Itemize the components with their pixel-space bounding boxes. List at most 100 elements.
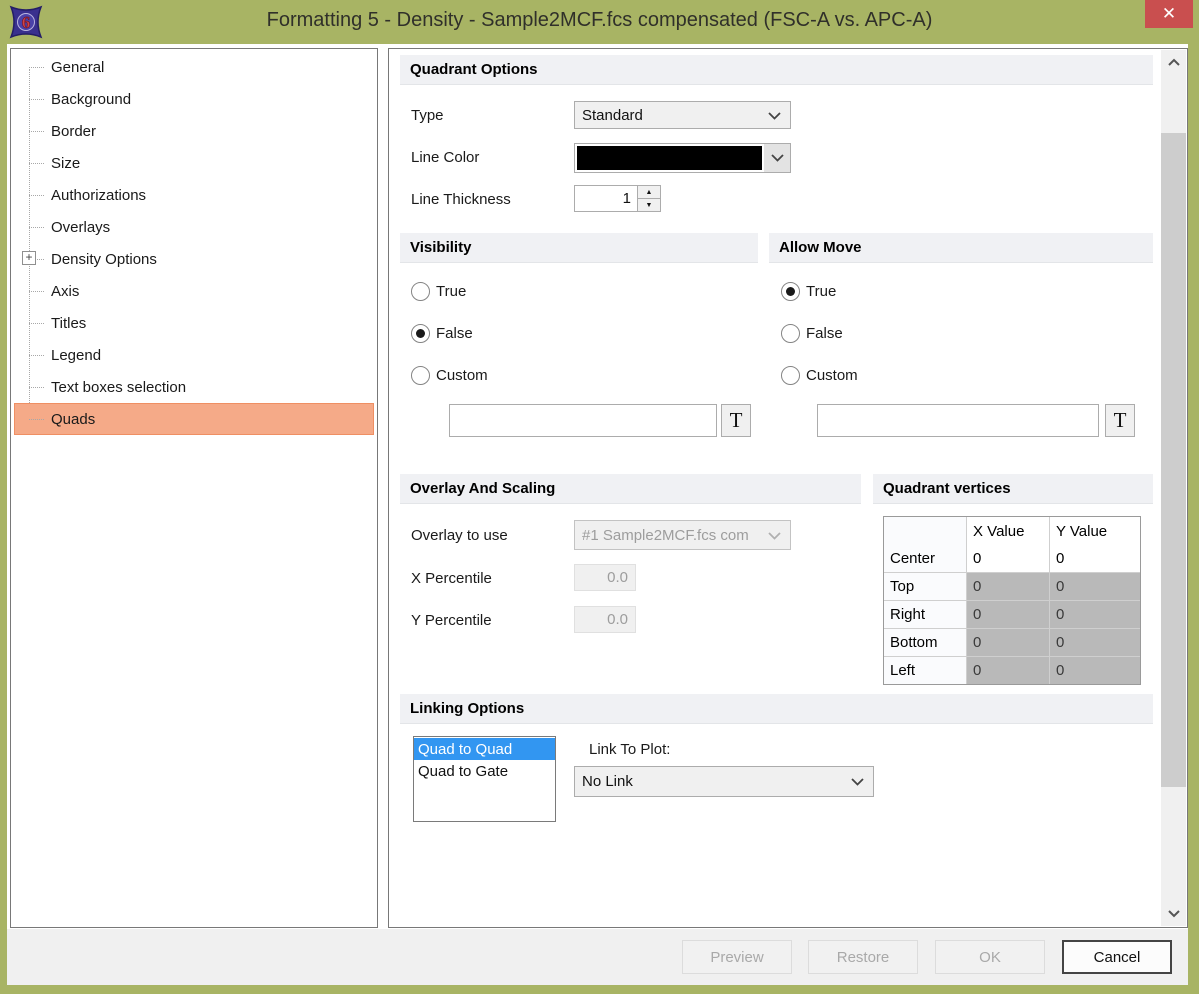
allow-move-false-radio[interactable]: False [781, 324, 843, 343]
type-label: Type [411, 107, 444, 124]
list-item-quad-to-quad[interactable]: Quad to Quad [414, 738, 555, 760]
sidebar-item-authorizations[interactable]: Authorizations [11, 179, 377, 211]
dialog-body: General Background Border Size Authoriza… [7, 44, 1188, 985]
sidebar-item-background[interactable]: Background [11, 83, 377, 115]
bottom-x-cell: 0 [967, 629, 1049, 656]
type-dropdown-value: Standard [582, 107, 643, 124]
right-x-cell: 0 [967, 601, 1049, 628]
allow-move-true-radio[interactable]: True [781, 282, 836, 301]
chevron-down-icon [764, 144, 790, 172]
chevron-down-icon [851, 773, 864, 790]
sidebar-item-quads[interactable]: Quads [14, 403, 374, 435]
sidebar-item-label: Density Options [51, 251, 157, 268]
visibility-header: Visibility [400, 233, 758, 263]
top-y-cell: 0 [1050, 573, 1140, 600]
bottom-y-cell: 0 [1050, 629, 1140, 656]
radio-icon [781, 366, 800, 385]
line-thickness-stepper[interactable]: 1 ▲ ▼ [574, 185, 661, 212]
type-dropdown[interactable]: Standard [574, 101, 791, 129]
scroll-up-icon[interactable] [1161, 52, 1186, 72]
overlay-scaling-header: Overlay And Scaling [400, 474, 861, 504]
allow-move-custom-radio[interactable]: Custom [781, 366, 858, 385]
sidebar-item-axis[interactable]: Axis [11, 275, 377, 307]
visibility-false-radio[interactable]: False [411, 324, 473, 343]
linking-options-header: Linking Options [400, 694, 1153, 724]
titlebar: 6 Formatting 5 - Density - Sample2MCF.fc… [0, 0, 1199, 44]
line-thickness-value: 1 [575, 186, 637, 211]
row-label-bottom: Bottom [884, 629, 966, 656]
expand-plus-icon[interactable]: + [22, 251, 36, 265]
radio-label: Custom [806, 367, 858, 384]
sidebar-item-label: Titles [51, 315, 86, 332]
center-y-cell[interactable]: 0 [1050, 545, 1140, 572]
x-percentile-input: 0.0 [574, 564, 636, 591]
ok-button[interactable]: OK [935, 940, 1045, 974]
sidebar-item-label: Size [51, 155, 80, 172]
visibility-custom-input[interactable] [449, 404, 717, 437]
sidebar-item-label: Axis [51, 283, 79, 300]
scroll-down-icon[interactable] [1161, 904, 1186, 924]
sidebar-item-general[interactable]: General [11, 51, 377, 83]
sidebar-item-size[interactable]: Size [11, 147, 377, 179]
settings-panel: Quadrant Options Type Standard Line Colo… [388, 48, 1188, 928]
allow-move-header: Allow Move [769, 233, 1153, 263]
table-header-x-value: X Value [967, 517, 1049, 546]
radio-icon [411, 366, 430, 385]
allow-move-text-format-button[interactable]: T [1105, 404, 1135, 437]
radio-label: True [806, 283, 836, 300]
sidebar-item-label: Border [51, 123, 96, 140]
line-color-label: Line Color [411, 149, 479, 166]
spin-down-icon[interactable]: ▼ [638, 199, 660, 211]
link-type-listbox: Quad to Quad Quad to Gate [413, 736, 556, 822]
cancel-button[interactable]: Cancel [1062, 940, 1172, 974]
left-y-cell: 0 [1050, 657, 1140, 684]
radio-icon [781, 324, 800, 343]
radio-checked-icon [781, 282, 800, 301]
visibility-text-format-button[interactable]: T [721, 404, 751, 437]
radio-label: False [806, 325, 843, 342]
line-thickness-label: Line Thickness [411, 191, 511, 208]
row-label-left: Left [884, 657, 966, 684]
right-y-cell: 0 [1050, 601, 1140, 628]
sidebar-item-titles[interactable]: Titles [11, 307, 377, 339]
allow-move-custom-input[interactable] [817, 404, 1099, 437]
sidebar-item-text-boxes-selection[interactable]: Text boxes selection [11, 371, 377, 403]
sidebar-item-label: General [51, 59, 104, 76]
radio-label: Custom [436, 367, 488, 384]
link-to-plot-dropdown[interactable]: No Link [574, 766, 874, 797]
sidebar-item-label: Authorizations [51, 187, 146, 204]
sidebar-item-label: Quads [51, 411, 95, 428]
radio-icon [411, 282, 430, 301]
sidebar-item-legend[interactable]: Legend [11, 339, 377, 371]
overlay-dropdown-value: #1 Sample2MCF.fcs com [582, 527, 749, 544]
sidebar-item-label: Legend [51, 347, 101, 364]
overlay-to-use-label: Overlay to use [411, 527, 508, 544]
visibility-custom-radio[interactable]: Custom [411, 366, 488, 385]
sidebar-item-label: Background [51, 91, 131, 108]
scrollbar[interactable] [1161, 50, 1186, 926]
chevron-down-icon [768, 527, 781, 544]
table-header-y-value: Y Value [1050, 517, 1140, 546]
chevron-down-icon [768, 107, 781, 124]
scrollbar-thumb[interactable] [1161, 133, 1186, 787]
sidebar-item-density-options[interactable]: + Density Options [11, 243, 377, 275]
center-x-cell[interactable]: 0 [967, 545, 1049, 572]
sidebar-item-border[interactable]: Border [11, 115, 377, 147]
restore-button[interactable]: Restore [808, 940, 918, 974]
sidebar-item-overlays[interactable]: Overlays [11, 211, 377, 243]
overlay-to-use-dropdown: #1 Sample2MCF.fcs com [574, 520, 791, 550]
row-label-right: Right [884, 601, 966, 628]
preview-button[interactable]: Preview [682, 940, 792, 974]
close-icon: ✕ [1162, 4, 1176, 23]
link-to-plot-label: Link To Plot: [589, 741, 670, 758]
table-corner-cell [884, 517, 966, 546]
spin-up-icon[interactable]: ▲ [638, 186, 660, 199]
quadrant-options-header: Quadrant Options [400, 55, 1153, 85]
y-percentile-label: Y Percentile [411, 612, 492, 629]
radio-label: False [436, 325, 473, 342]
visibility-true-radio[interactable]: True [411, 282, 466, 301]
list-item-quad-to-gate[interactable]: Quad to Gate [414, 760, 555, 782]
line-color-dropdown[interactable] [574, 143, 791, 173]
sidebar-item-label: Overlays [51, 219, 110, 236]
close-button[interactable]: ✕ [1145, 0, 1193, 28]
